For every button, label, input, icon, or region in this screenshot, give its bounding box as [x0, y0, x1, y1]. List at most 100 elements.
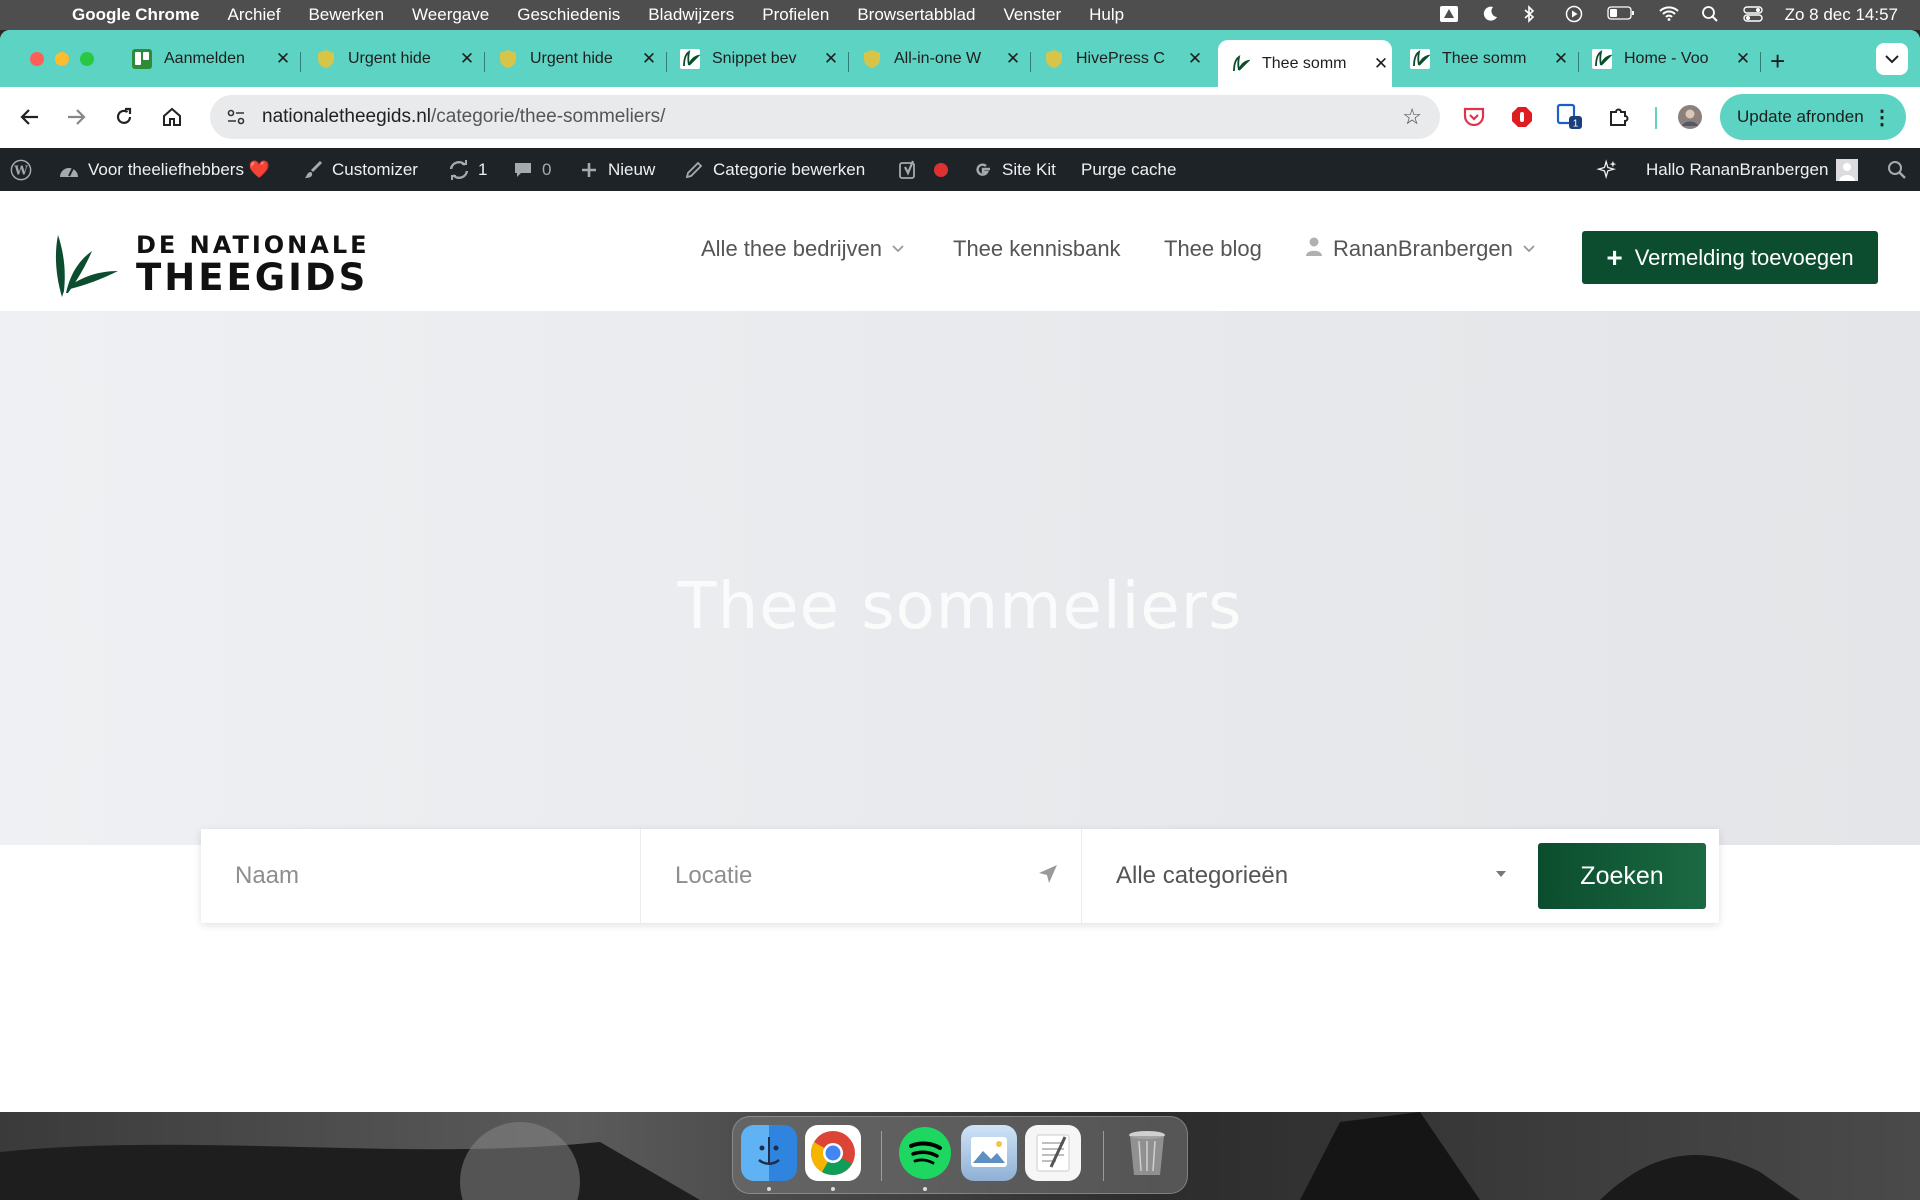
menu-geschiedenis[interactable]: Geschiedenis	[517, 5, 620, 25]
forward-button[interactable]	[60, 101, 92, 133]
admin-customizer[interactable]: Customizer	[302, 148, 418, 191]
finder-icon[interactable]	[741, 1125, 797, 1181]
textedit-icon[interactable]	[1025, 1125, 1081, 1181]
nav-user-account[interactable]: RananBranbergen	[1305, 236, 1535, 262]
admin-site-name[interactable]: Voor theeliefhebbers ❤️	[58, 148, 270, 191]
plus-icon: +	[1606, 241, 1623, 273]
new-tab-button[interactable]: +	[1770, 46, 1785, 77]
plus-icon	[578, 159, 600, 181]
menu-bewerken[interactable]: Bewerken	[308, 5, 384, 25]
search-submit-button[interactable]: Zoeken	[1538, 843, 1706, 909]
now-playing-icon[interactable]	[1565, 5, 1585, 25]
tab-urgent-hide-1[interactable]: Urgent hide ✕	[316, 38, 476, 80]
menubar-clock[interactable]: Zo 8 dec 14:57	[1785, 5, 1898, 25]
shield-icon	[862, 49, 882, 69]
reload-button[interactable]	[108, 101, 140, 133]
window-minimize-button[interactable]	[55, 52, 69, 66]
home-button[interactable]	[156, 101, 188, 133]
nav-knowledge-base[interactable]: Thee kennisbank	[953, 236, 1121, 262]
tab-title: All-in-one W	[894, 50, 982, 67]
tab-close-icon[interactable]: ✕	[458, 49, 476, 69]
focus-moon-icon[interactable]	[1481, 5, 1501, 25]
back-button[interactable]	[14, 101, 46, 133]
menu-venster[interactable]: Venster	[1003, 5, 1061, 25]
chevron-down-icon	[1885, 55, 1899, 64]
spotify-icon[interactable]	[897, 1125, 953, 1181]
bookmark-star-icon[interactable]: ☆	[1402, 104, 1422, 130]
wp-logo-menu[interactable]: W	[10, 148, 32, 191]
name-search-input[interactable]: Naam	[201, 829, 641, 923]
site-info-icon[interactable]	[214, 95, 258, 139]
more-vertical-icon: ⋮	[1872, 106, 1892, 129]
drive-icon[interactable]	[1439, 5, 1459, 25]
menu-hulp[interactable]: Hulp	[1089, 5, 1124, 25]
category-select[interactable]: Alle categorieën	[1082, 829, 1534, 923]
chrome-icon[interactable]	[805, 1125, 861, 1181]
admin-search[interactable]	[1886, 148, 1908, 191]
admin-my-account[interactable]: Hallo RananBranbergen	[1646, 148, 1859, 191]
pencil-icon	[683, 159, 705, 181]
pocket-extension-icon[interactable]	[1460, 103, 1488, 131]
preview-icon[interactable]	[961, 1125, 1017, 1181]
admin-site-kit[interactable]: Site Kit	[972, 148, 1056, 191]
add-listing-button[interactable]: + Vermelding toevoegen	[1582, 231, 1878, 284]
admin-yoast[interactable]	[898, 148, 948, 191]
tab-urgent-hide-2[interactable]: Urgent hide ✕	[498, 38, 658, 80]
menu-browsertabblad[interactable]: Browsertabblad	[857, 5, 975, 25]
arrow-right-icon	[68, 109, 86, 125]
window-close-button[interactable]	[30, 52, 44, 66]
chevron-down-icon	[892, 242, 904, 256]
bluetooth-icon[interactable]	[1523, 5, 1543, 25]
admin-edit-category[interactable]: Categorie bewerken	[683, 148, 865, 191]
nav-all-companies[interactable]: Alle thee bedrijven	[701, 236, 904, 262]
control-center-icon[interactable]	[1742, 5, 1763, 25]
battery-icon[interactable]	[1606, 5, 1637, 25]
tab-thee-sommeliers[interactable]: Thee somm ✕	[1410, 38, 1570, 80]
svg-text:1: 1	[1573, 119, 1579, 130]
wordpress-icon: W	[10, 159, 32, 181]
spotlight-search-icon[interactable]	[1701, 5, 1721, 25]
location-arrow-icon[interactable]	[1037, 863, 1059, 892]
menu-bladwijzers[interactable]: Bladwijzers	[648, 5, 734, 25]
tab-close-icon[interactable]: ✕	[640, 49, 658, 69]
address-bar[interactable]: nationaletheegids.nl/categorie/thee-somm…	[210, 95, 1440, 139]
wifi-icon[interactable]	[1658, 5, 1679, 25]
site-logo[interactable]: DE NATIONALE THEEGIDS	[48, 227, 370, 301]
tab-aanmelden[interactable]: Aanmelden ✕	[132, 38, 292, 80]
menu-app-name[interactable]: Google Chrome	[72, 5, 200, 25]
admin-updates[interactable]: 1	[448, 148, 487, 191]
adblock-extension-icon[interactable]	[1508, 103, 1536, 131]
menu-archief[interactable]: Archief	[228, 5, 281, 25]
google-g-icon	[972, 159, 994, 181]
tab-search-button[interactable]	[1876, 43, 1908, 75]
macos-menu-bar: Google Chrome Archief Bewerken Weergave …	[0, 0, 1920, 30]
tab-hivepress[interactable]: HivePress C ✕	[1044, 38, 1204, 80]
admin-purge-cache[interactable]: Purge cache	[1081, 148, 1176, 191]
tab-snippet[interactable]: Snippet bev ✕	[680, 38, 840, 80]
tab-close-icon[interactable]: ✕	[1186, 49, 1204, 69]
update-icon	[448, 159, 470, 181]
admin-ai-sparkle[interactable]	[1596, 148, 1618, 191]
tab-close-icon[interactable]: ✕	[274, 49, 292, 69]
location-search-input[interactable]: Locatie	[641, 829, 1082, 923]
extension-badge-icon[interactable]: 1	[1556, 103, 1584, 131]
profile-avatar[interactable]	[1676, 103, 1704, 131]
tab-close-icon[interactable]: ✕	[1552, 49, 1570, 69]
tab-title: Urgent hide	[530, 50, 613, 67]
update-chrome-button[interactable]: Update afronden ⋮	[1720, 94, 1906, 140]
tab-home[interactable]: Home - Voo ✕	[1592, 38, 1752, 80]
tab-thee-sommeliers-active[interactable]: Thee somm ✕	[1218, 40, 1392, 87]
tab-close-icon[interactable]: ✕	[1734, 49, 1752, 69]
nav-blog[interactable]: Thee blog	[1164, 236, 1262, 262]
tab-all-in-one[interactable]: All-in-one W ✕	[862, 38, 1022, 80]
window-zoom-button[interactable]	[80, 52, 94, 66]
tab-close-icon[interactable]: ✕	[1004, 49, 1022, 69]
menu-weergave[interactable]: Weergave	[412, 5, 489, 25]
trash-icon[interactable]	[1119, 1125, 1175, 1181]
admin-new[interactable]: Nieuw	[578, 148, 655, 191]
menu-profielen[interactable]: Profielen	[762, 5, 829, 25]
extensions-puzzle-icon[interactable]	[1605, 103, 1633, 131]
tab-close-icon[interactable]: ✕	[822, 49, 840, 69]
admin-comments[interactable]: 0	[512, 148, 551, 191]
tab-close-icon[interactable]: ✕	[1372, 54, 1390, 74]
